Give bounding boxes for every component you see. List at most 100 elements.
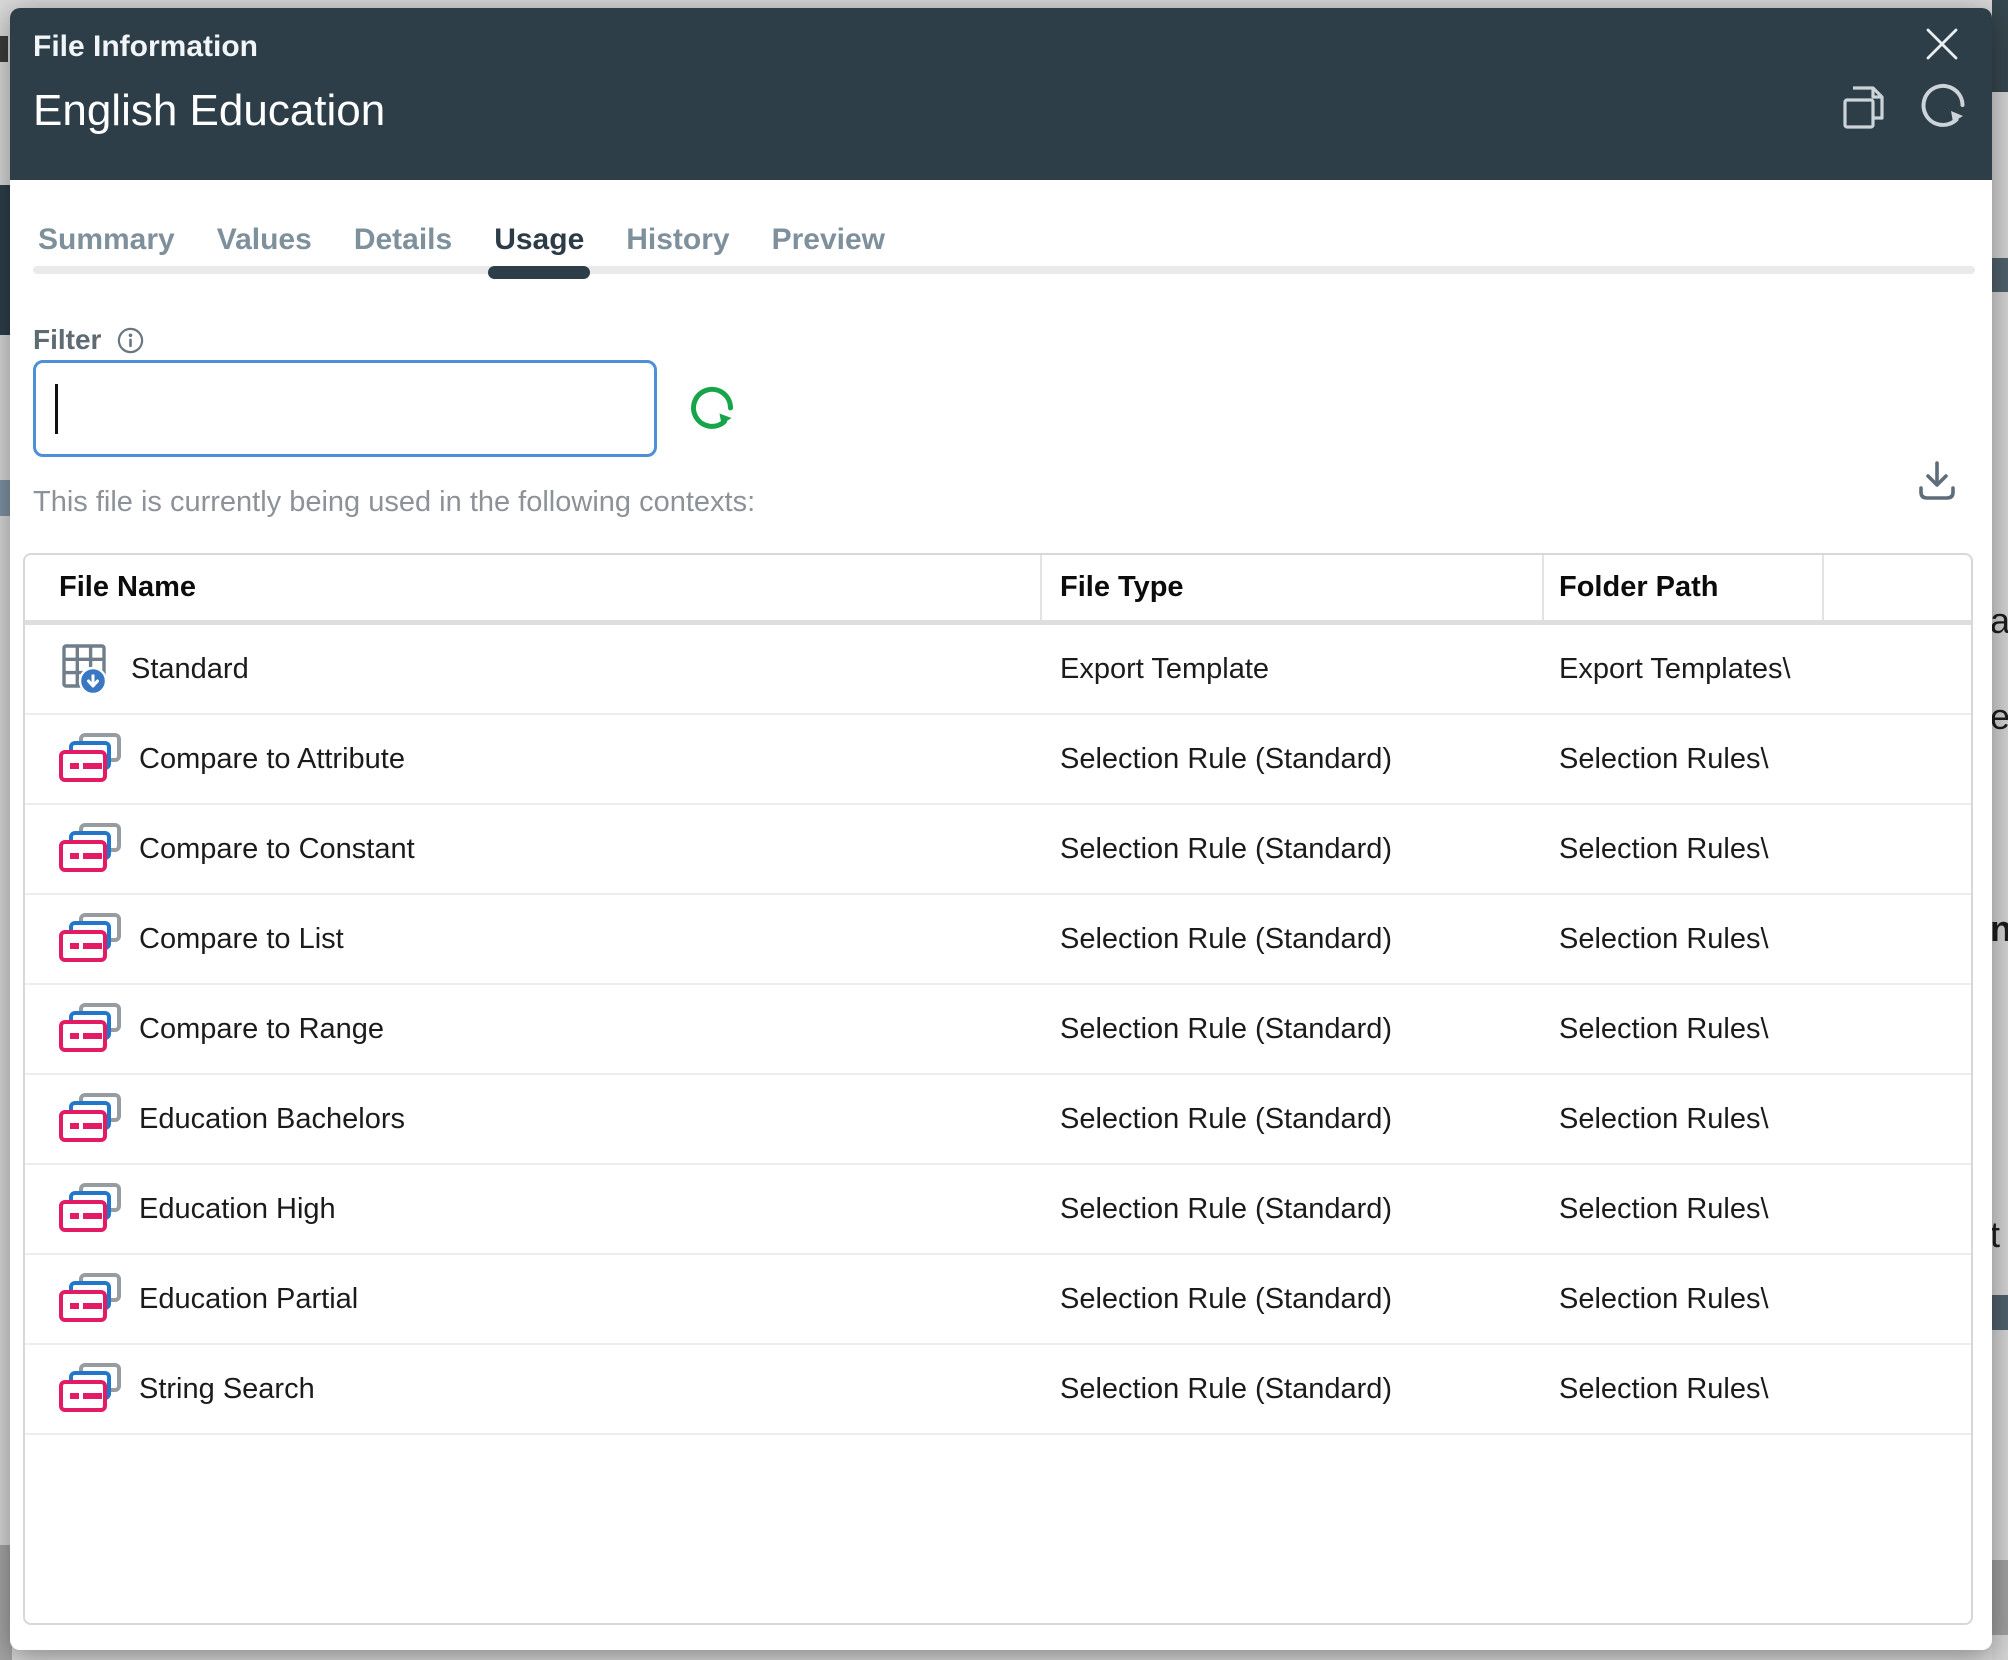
selection-rule-icon xyxy=(59,1273,123,1325)
file-type-cell: Export Template xyxy=(1042,625,1544,713)
selection-rule-icon xyxy=(59,1003,123,1055)
table-row: Standard Export Template Export Template… xyxy=(25,625,1971,715)
file-type-cell: Selection Rule (Standard) xyxy=(1042,1165,1544,1253)
selection-rule-icon xyxy=(59,1093,123,1145)
empty-cell xyxy=(1824,985,1971,1073)
tab-bar: Summary Values Details Usage History Pre… xyxy=(38,222,885,258)
column-header-empty xyxy=(1824,555,1971,620)
text-caret xyxy=(55,384,58,434)
file-name-cell: String Search xyxy=(25,1345,1042,1433)
download-icon[interactable] xyxy=(1912,456,1962,506)
file-name-text: Compare to List xyxy=(139,923,344,956)
tab-label: Summary xyxy=(38,223,175,256)
file-type-cell: Selection Rule (Standard) xyxy=(1042,1345,1544,1433)
tab-preview[interactable]: Preview xyxy=(772,222,885,258)
table-row: Compare to List Selection Rule (Standard… xyxy=(25,895,1971,985)
usage-caption: This file is currently being used in the… xyxy=(33,486,755,519)
selection-rule-icon xyxy=(59,913,123,965)
background-right-sliver: a e n t xyxy=(1992,0,2008,1660)
tab-usage[interactable]: Usage xyxy=(494,222,584,258)
file-type-cell: Selection Rule (Standard) xyxy=(1042,715,1544,803)
file-name-text: Education Bachelors xyxy=(139,1103,405,1136)
close-icon[interactable] xyxy=(1920,22,1964,66)
selection-rule-icon xyxy=(59,823,123,875)
background-fragment xyxy=(1992,1295,2008,1330)
column-header-file-type: File Type xyxy=(1042,555,1544,620)
table-row: String Search Selection Rule (Standard) … xyxy=(25,1345,1971,1435)
folder-path-cell: Selection Rules\ xyxy=(1544,895,1824,983)
file-name-text: String Search xyxy=(139,1373,315,1406)
selection-rule-icon xyxy=(59,733,123,785)
folder-path-cell: Export Templates\ xyxy=(1544,625,1824,713)
page-title: English Education xyxy=(33,86,385,136)
filter-input[interactable] xyxy=(33,360,657,457)
file-type-cell: Selection Rule (Standard) xyxy=(1042,895,1544,983)
table-row: Compare to Range Selection Rule (Standar… xyxy=(25,985,1971,1075)
selection-rule-icon xyxy=(59,1363,123,1415)
table-row: Education Partial Selection Rule (Standa… xyxy=(25,1255,1971,1345)
file-type-cell: Selection Rule (Standard) xyxy=(1042,1075,1544,1163)
table-header-row: File Name File Type Folder Path xyxy=(25,555,1971,625)
file-information-dialog: File Information English Education xyxy=(10,8,1992,1650)
file-name-cell: Education Bachelors xyxy=(25,1075,1042,1163)
tab-summary[interactable]: Summary xyxy=(38,222,175,258)
tab-label: Values xyxy=(217,223,312,256)
empty-cell xyxy=(1824,805,1971,893)
table-body: Standard Export Template Export Template… xyxy=(25,625,1971,1435)
tab-values[interactable]: Values xyxy=(217,222,312,258)
file-type-cell: Selection Rule (Standard) xyxy=(1042,805,1544,893)
file-type-cell: Selection Rule (Standard) xyxy=(1042,1255,1544,1343)
background-text-fragment: a xyxy=(1992,600,2008,642)
folder-path-cell: Selection Rules\ xyxy=(1544,1255,1824,1343)
folder-path-cell: Selection Rules\ xyxy=(1544,985,1824,1073)
tab-history[interactable]: History xyxy=(626,222,729,258)
table-row: Education Bachelors Selection Rule (Stan… xyxy=(25,1075,1971,1165)
empty-cell xyxy=(1824,1075,1971,1163)
copy-file-icon[interactable] xyxy=(1834,80,1888,134)
background-text-fragment: t xyxy=(1992,1214,2000,1256)
tab-underline-track xyxy=(33,266,1975,274)
file-name-cell: Compare to Constant xyxy=(25,805,1042,893)
folder-path-cell: Selection Rules\ xyxy=(1544,1075,1824,1163)
export-template-icon xyxy=(59,641,115,697)
background-text-fragment: e xyxy=(1992,696,2008,738)
background-fragment xyxy=(1992,1560,2008,1635)
empty-cell xyxy=(1824,1345,1971,1433)
file-name-text: Compare to Range xyxy=(139,1013,384,1046)
file-name-cell: Compare to List xyxy=(25,895,1042,983)
file-name-text: Compare to Attribute xyxy=(139,743,405,776)
table-row: Education High Selection Rule (Standard)… xyxy=(25,1165,1971,1255)
folder-path-cell: Selection Rules\ xyxy=(1544,805,1824,893)
dialog-kicker: File Information xyxy=(33,30,258,64)
file-type-cell: Selection Rule (Standard) xyxy=(1042,985,1544,1073)
tab-details[interactable]: Details xyxy=(354,222,452,258)
column-header-folder-path: Folder Path xyxy=(1544,555,1824,620)
empty-cell xyxy=(1824,625,1971,713)
file-name-cell: Standard xyxy=(25,625,1042,713)
table-row: Compare to Attribute Selection Rule (Sta… xyxy=(25,715,1971,805)
file-name-cell: Education Partial xyxy=(25,1255,1042,1343)
filter-label: Filter xyxy=(33,324,101,356)
background-fragment xyxy=(0,36,8,62)
file-name-cell: Education High xyxy=(25,1165,1042,1253)
folder-path-cell: Selection Rules\ xyxy=(1544,1165,1824,1253)
selection-rule-icon xyxy=(59,1183,123,1235)
info-icon[interactable] xyxy=(117,327,144,354)
background-fragment xyxy=(0,480,10,516)
empty-cell xyxy=(1824,895,1971,983)
filter-label-row: Filter xyxy=(33,324,144,356)
tab-label: Usage xyxy=(494,223,584,256)
refresh-icon[interactable] xyxy=(686,382,738,434)
table-row: Compare to Constant Selection Rule (Stan… xyxy=(25,805,1971,895)
tab-label: Preview xyxy=(772,223,885,256)
background-fragment xyxy=(1992,0,2008,92)
file-name-cell: Compare to Attribute xyxy=(25,715,1042,803)
background-fragment xyxy=(1992,258,2008,292)
file-name-text: Compare to Constant xyxy=(139,833,415,866)
refresh-icon[interactable] xyxy=(1916,78,1970,132)
screen: a e n t File Information English Educati… xyxy=(0,0,2008,1660)
folder-path-cell: Selection Rules\ xyxy=(1544,1345,1824,1433)
empty-cell xyxy=(1824,715,1971,803)
file-name-text: Education High xyxy=(139,1193,336,1226)
folder-path-cell: Selection Rules\ xyxy=(1544,715,1824,803)
